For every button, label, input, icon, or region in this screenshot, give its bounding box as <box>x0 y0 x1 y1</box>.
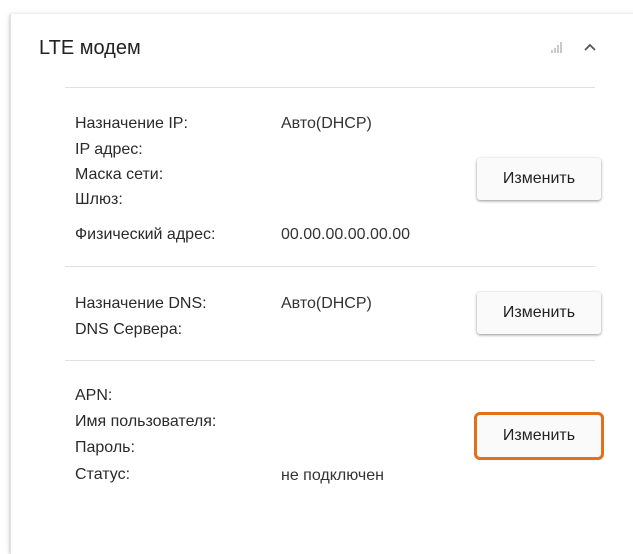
card-title: LTE модем <box>39 37 141 59</box>
divider <box>65 87 595 88</box>
apn-edit-button[interactable]: Изменить <box>474 412 604 460</box>
netmask-label: Маска сети: <box>75 166 164 183</box>
ip-assignment-label: Назначение IP: <box>75 115 188 132</box>
status-value: не подключен <box>281 467 384 484</box>
header-icons <box>551 41 598 53</box>
password-label: Пароль: <box>75 439 135 456</box>
signal-icon <box>551 41 562 53</box>
ip-edit-button[interactable]: Изменить <box>477 158 601 200</box>
username-label: Имя пользователя: <box>75 413 217 430</box>
dns-assignment-value: Авто(DHCP) <box>281 295 372 312</box>
mac-address-label: Физический адрес: <box>75 226 216 243</box>
status-label: Статус: <box>75 466 131 483</box>
ip-address-label: IP адрес: <box>75 141 143 158</box>
apn-label: APN: <box>75 387 113 404</box>
chevron-up-icon[interactable] <box>582 41 598 53</box>
mac-address-value: 00.00.00.00.00.00 <box>281 226 411 243</box>
divider <box>65 360 595 361</box>
ip-assignment-value: Авто(DHCP) <box>281 115 372 132</box>
dns-assignment-label: Назначение DNS: <box>75 295 207 312</box>
lte-modem-card: LTE модем Назначение IP: Авто(DHCP) IP а… <box>10 14 633 554</box>
dns-servers-label: DNS Сервера: <box>75 321 183 338</box>
divider <box>65 266 595 267</box>
gateway-label: Шлюз: <box>75 191 123 208</box>
dns-edit-button[interactable]: Изменить <box>477 292 601 334</box>
